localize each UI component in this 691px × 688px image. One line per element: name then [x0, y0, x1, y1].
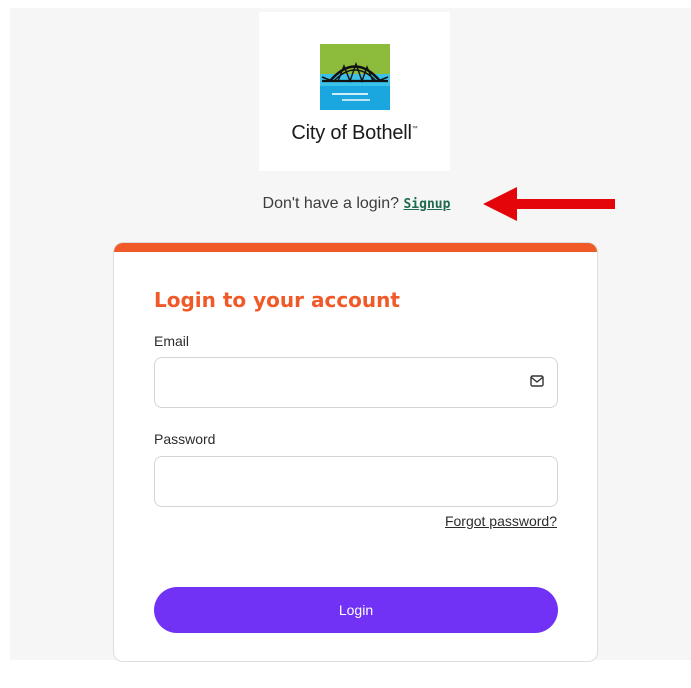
logo-trademark: ™ — [411, 126, 418, 132]
logo-wordmark: City of Bothell™ — [259, 122, 450, 145]
bridge-logo-icon — [320, 44, 390, 110]
logo-text: City of Bothell — [291, 122, 412, 144]
email-field[interactable] — [154, 357, 558, 408]
card-accent-bar — [114, 243, 597, 252]
signup-link[interactable]: Signup — [403, 197, 450, 212]
login-title: Login to your account — [154, 288, 400, 312]
login-button[interactable]: Login — [154, 587, 558, 633]
red-arrow-annotation-icon — [483, 187, 615, 221]
password-input[interactable] — [167, 457, 511, 506]
city-logo: City of Bothell™ — [259, 12, 450, 171]
mail-icon — [530, 375, 544, 387]
password-label: Password — [154, 431, 216, 447]
password-field[interactable] — [154, 456, 558, 507]
forgot-password-link[interactable]: Forgot password? — [445, 513, 557, 529]
email-input[interactable] — [167, 358, 511, 407]
login-card: Login to your account Email Password For… — [113, 242, 598, 662]
signup-prompt: Don't have a login? — [262, 195, 400, 212]
email-label: Email — [154, 333, 190, 349]
